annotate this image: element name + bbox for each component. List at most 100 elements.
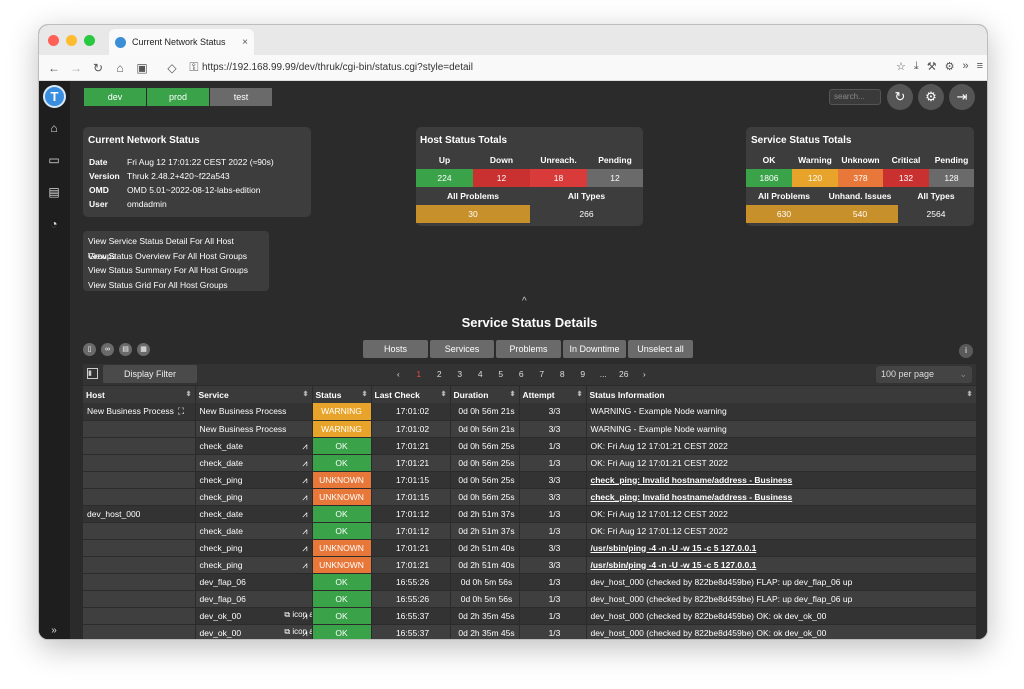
service-cell[interactable]: dev_flap_06: [195, 590, 313, 608]
column-header-status-info[interactable]: Status Information ⬍: [586, 386, 977, 403]
browser-tab[interactable]: Current Network Status ×: [109, 29, 254, 55]
service-all-types[interactable]: 2564: [898, 205, 974, 223]
graph-icon[interactable]: ⩘: [302, 543, 307, 554]
host-cell[interactable]: [83, 488, 196, 506]
external-link-icon[interactable]: ⧉: [284, 627, 290, 636]
host-cell[interactable]: [83, 471, 196, 489]
column-header-service[interactable]: Service ⬍: [195, 386, 313, 403]
graph-icon[interactable]: ⩘: [302, 509, 307, 520]
service-name[interactable]: check_ping: [200, 475, 243, 485]
status-info-text[interactable]: check_ping: Invalid hostname/address - B…: [591, 475, 793, 485]
column-toggle-icon[interactable]: ▮: [87, 368, 98, 379]
service-name[interactable]: check_date: [200, 441, 243, 451]
bookmark-icon[interactable]: ▯: [83, 343, 96, 356]
filter-services-button[interactable]: Services: [430, 340, 494, 358]
link-status-summary[interactable]: View Status Summary For All Host Groups: [88, 263, 264, 278]
column-header-host[interactable]: Host ⬍: [83, 386, 196, 403]
graph-icon[interactable]: ⩘: [302, 475, 307, 486]
host-cell[interactable]: [83, 539, 196, 557]
forward-icon[interactable]: →: [65, 61, 87, 75]
host-total-up[interactable]: 224: [416, 169, 473, 187]
host-total-down[interactable]: 12: [473, 169, 530, 187]
host-cell[interactable]: [83, 454, 196, 472]
per-page-select[interactable]: 100 per page ⌄: [876, 366, 972, 383]
pager-page[interactable]: 3: [450, 364, 471, 385]
service-cell[interactable]: check_ping ⩘: [195, 471, 313, 489]
host-cell[interactable]: [83, 522, 196, 540]
service-cell[interactable]: check_ping ⩘: [195, 539, 313, 557]
service-name[interactable]: dev_ok_00: [200, 611, 242, 621]
url-bar[interactable]: https://192.168.99.99/dev/thruk/cgi-bin/…: [202, 62, 473, 73]
column-header-last-check[interactable]: Last Check ⬍: [371, 386, 451, 403]
action-icons[interactable]: ⧉ icon alt string: [284, 627, 311, 637]
service-name[interactable]: check_ping: [200, 543, 243, 553]
env-tab-prod[interactable]: prod: [147, 88, 209, 106]
column-header-attempt[interactable]: Attempt ⬍: [519, 386, 587, 403]
sort-icon[interactable]: ⬍: [967, 390, 973, 398]
host-name[interactable]: New Business Process: [87, 406, 174, 416]
sort-icon[interactable]: ⬍: [362, 390, 368, 398]
extension-icon[interactable]: ▣: [131, 61, 153, 75]
info-icon[interactable]: i: [959, 344, 973, 358]
status-info-cell[interactable]: /usr/sbin/ping -4 -n -U -w 15 -c 5 127.0…: [586, 556, 977, 574]
column-header-status[interactable]: Status ⬍: [312, 386, 372, 403]
table-row[interactable]: dev_host_000 check_date ⩘ OK 17:01:12 0d 2h 5…: [83, 505, 977, 523]
home-icon[interactable]: ⌂: [47, 121, 61, 135]
graph-icon[interactable]: ⩘: [302, 526, 307, 537]
sort-icon[interactable]: ⬍: [441, 390, 447, 398]
service-name[interactable]: dev_flap_06: [200, 594, 246, 604]
host-total-pending[interactable]: 12: [587, 169, 643, 187]
external-link-icon[interactable]: ⧉: [284, 610, 290, 619]
pager-page[interactable]: 2: [429, 364, 450, 385]
graph-icon[interactable]: ⩘: [302, 492, 307, 503]
table-row[interactable]: check_ping ⩘ UNKNOWN 17:01:21 0d 2h 51m 40s 3…: [83, 556, 977, 574]
search-input[interactable]: search...: [829, 89, 881, 105]
table-row[interactable]: check_ping ⩘ UNKNOWN 17:01:15 0d 0h 56m 25s 3…: [83, 471, 977, 489]
pager-page[interactable]: 4: [470, 364, 491, 385]
filter-problems-button[interactable]: Problems: [496, 340, 561, 358]
service-total-critical[interactable]: 132: [883, 169, 929, 187]
table-row[interactable]: New Business Process ⛶ New Business Proces…: [83, 403, 977, 421]
status-info-text[interactable]: /usr/sbin/ping -4 -n -U -w 15 -c 5 127.0…: [591, 543, 757, 553]
hierarchy-icon[interactable]: ⛶: [178, 406, 184, 416]
sort-icon[interactable]: ⬍: [577, 390, 583, 398]
service-name[interactable]: dev_flap_06: [200, 577, 246, 587]
pager-page[interactable]: 8: [552, 364, 573, 385]
menu-icon[interactable]: ≡: [977, 60, 983, 73]
export-icon[interactable]: ▤: [119, 343, 132, 356]
table-row[interactable]: check_date ⩘ OK 17:01:21 0d 0h 56m 25s 1/3 OK:…: [83, 437, 977, 455]
host-cell[interactable]: [83, 556, 196, 574]
settings-icon[interactable]: ⚙: [918, 84, 944, 110]
maximize-window-button[interactable]: [84, 35, 95, 46]
graph-icon[interactable]: ⩘: [302, 560, 307, 571]
column-header-duration[interactable]: Duration ⬍: [450, 386, 520, 403]
service-total-warning[interactable]: 120: [792, 169, 838, 187]
wrench-icon[interactable]: ⚒: [927, 60, 937, 73]
filter-downtime-button[interactable]: In Downtime: [563, 340, 626, 358]
pager-page-current[interactable]: 1: [409, 364, 430, 385]
service-cell[interactable]: New Business Process: [195, 420, 313, 438]
thruk-logo[interactable]: T: [43, 85, 66, 108]
download-icon[interactable]: ⤓: [914, 60, 919, 73]
grid-icon[interactable]: ▦: [137, 343, 150, 356]
table-row[interactable]: check_ping ⩘ UNKNOWN 17:01:15 0d 0h 56m 25s 3…: [83, 488, 977, 506]
monitor-icon[interactable]: ▭: [47, 153, 61, 167]
service-name[interactable]: check_ping: [200, 492, 243, 502]
pager-page[interactable]: 5: [491, 364, 512, 385]
link-status-grid[interactable]: View Status Grid For All Host Groups: [88, 278, 264, 293]
table-row[interactable]: check_date ⩘ OK 17:01:21 0d 0h 56m 25s 1/3 OK:…: [83, 454, 977, 472]
host-all-types[interactable]: 266: [530, 205, 643, 223]
host-cell[interactable]: dev_host_000: [83, 505, 196, 523]
minimize-window-button[interactable]: [66, 35, 77, 46]
pager-page[interactable]: 9: [573, 364, 594, 385]
env-tab-test[interactable]: test: [210, 88, 272, 106]
status-info-cell[interactable]: check_ping: Invalid hostname/address - B…: [586, 471, 977, 489]
service-cell[interactable]: check_ping ⩘: [195, 488, 313, 506]
book-icon[interactable]: ▤: [47, 185, 61, 199]
status-info-text[interactable]: check_ping: Invalid hostname/address - B…: [591, 492, 793, 502]
service-name[interactable]: check_date: [200, 526, 243, 536]
shield-icon[interactable]: ◇: [161, 61, 183, 75]
pager-page[interactable]: 6: [511, 364, 532, 385]
sort-icon[interactable]: ⬍: [510, 390, 516, 398]
service-total-unknown[interactable]: 378: [838, 169, 883, 187]
